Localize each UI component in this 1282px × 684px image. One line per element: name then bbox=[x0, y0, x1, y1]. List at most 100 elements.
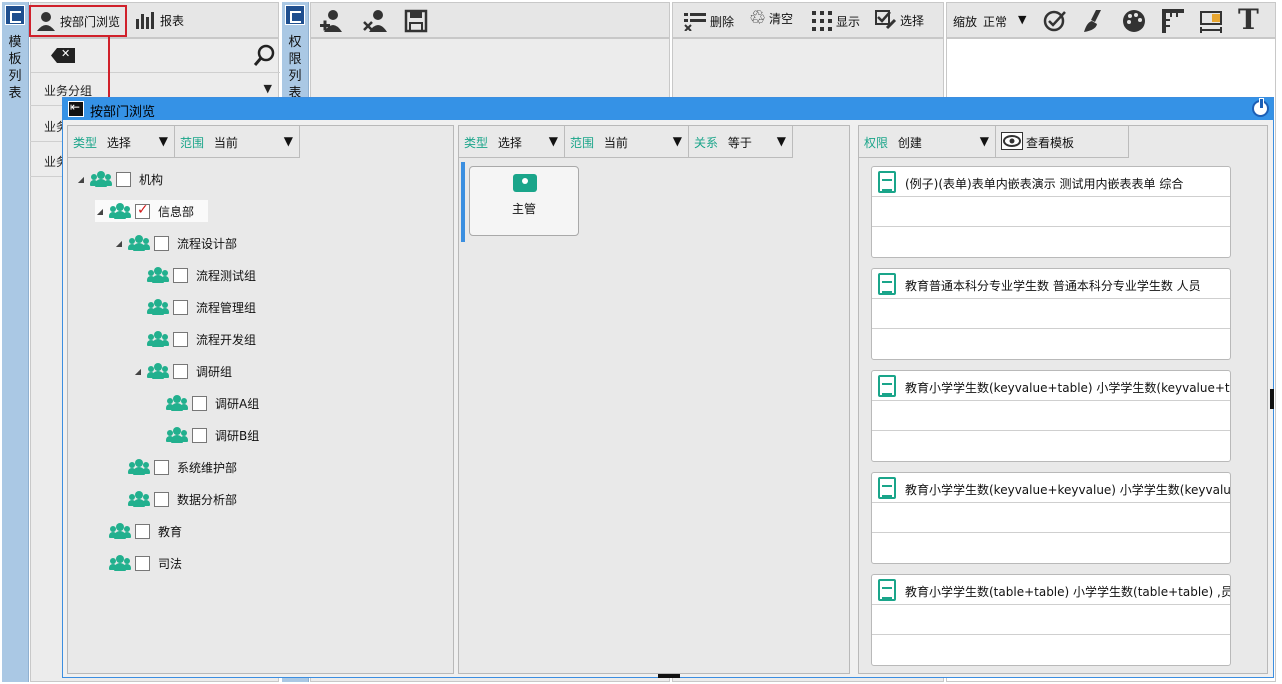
chevron-down-icon: ▼ bbox=[1018, 13, 1027, 26]
document-icon bbox=[878, 171, 896, 193]
role-type-filter[interactable]: 类型 选择 ▼ bbox=[459, 126, 565, 158]
dept-browse-button[interactable]: 按部门浏览 bbox=[29, 5, 127, 37]
tree-node[interactable]: 司法 bbox=[95, 552, 182, 574]
tree-node[interactable]: 数据分析部 bbox=[114, 488, 237, 510]
validate-icon[interactable] bbox=[1043, 9, 1067, 33]
role-filter-bar: 类型 选择 ▼ 范围 当前 ▼ 关系 等于 ▼ bbox=[459, 126, 793, 158]
tree-node[interactable]: ◢ 调研组 bbox=[133, 360, 232, 382]
tree-node[interactable]: 流程管理组 bbox=[133, 296, 256, 318]
bar-chart-icon bbox=[136, 12, 154, 29]
select-button[interactable]: 选择 bbox=[875, 10, 924, 30]
people-group-icon bbox=[128, 459, 150, 475]
clear-button[interactable]: ✕ bbox=[51, 48, 75, 63]
template-card[interactable]: 教育小学学生数(keyvalue+keyvalue) 小学学生数(keyvalu… bbox=[871, 472, 1231, 564]
tree-node-checkbox[interactable] bbox=[173, 363, 188, 379]
image-resize-icon[interactable] bbox=[1199, 8, 1225, 34]
tree-node[interactable]: 调研B组 bbox=[152, 424, 259, 446]
tree-node-label: 调研组 bbox=[196, 364, 233, 379]
permission-filter[interactable]: 权限 创建 ▼ bbox=[859, 126, 996, 158]
report-label: 报表 bbox=[160, 13, 185, 28]
tree-node[interactable]: 教育 bbox=[95, 520, 182, 542]
save-icon[interactable] bbox=[404, 9, 428, 33]
view-template-button[interactable]: 查看模板 bbox=[996, 126, 1129, 158]
tree-node-label: 教育 bbox=[158, 524, 183, 539]
tree-node[interactable]: ◢ 机构 bbox=[76, 168, 163, 190]
delete-button[interactable]: 删除 bbox=[683, 11, 734, 31]
recycle-icon: ♲ bbox=[749, 7, 767, 29]
collapse-icon[interactable] bbox=[285, 5, 305, 25]
report-button[interactable]: 报表 bbox=[135, 11, 184, 29]
template-card[interactable]: 教育小学学生数(keyvalue+table) 小学学生数(keyvalue+t… bbox=[871, 370, 1231, 462]
scope-filter-value: 当前 bbox=[213, 136, 238, 150]
tree-node[interactable]: ◢ 信息部 bbox=[95, 200, 209, 222]
document-icon bbox=[878, 375, 896, 397]
tree-node[interactable]: 系统维护部 bbox=[114, 456, 237, 478]
expand-triangle-icon[interactable]: ◢ bbox=[133, 367, 143, 376]
template-card-header: 教育小学学生数(table+table) 小学学生数(table+table) … bbox=[872, 575, 1230, 605]
template-card[interactable]: 教育小学学生数(table+table) 小学学生数(table+table) … bbox=[871, 574, 1231, 666]
document-icon bbox=[878, 273, 896, 295]
expand-triangle-icon[interactable]: ◢ bbox=[95, 207, 105, 216]
palette-icon[interactable] bbox=[1122, 9, 1146, 33]
member-toolbar bbox=[310, 2, 670, 38]
collapse-icon[interactable] bbox=[5, 5, 25, 25]
ruler-icon[interactable] bbox=[1161, 8, 1185, 34]
back-icon[interactable] bbox=[68, 100, 84, 117]
tree-node-checkbox[interactable] bbox=[173, 299, 188, 315]
add-user-icon[interactable] bbox=[319, 8, 345, 34]
tree-node-checkbox[interactable] bbox=[135, 555, 150, 571]
type-filter[interactable]: 类型 选择 ▼ bbox=[68, 126, 175, 158]
tree-node-checkbox[interactable] bbox=[135, 523, 150, 539]
chevron-down-icon: ▼ bbox=[672, 134, 682, 148]
type-filter-key: 类型 bbox=[73, 136, 98, 150]
tree-node-checkbox[interactable] bbox=[173, 267, 188, 283]
resize-handle[interactable] bbox=[658, 674, 680, 678]
power-icon[interactable] bbox=[1252, 98, 1269, 117]
template-list-vertical-label: 模 板 列 表 bbox=[8, 35, 22, 101]
tree-node-checkbox[interactable] bbox=[116, 171, 131, 187]
people-group-icon bbox=[90, 171, 112, 187]
role-scope-filter[interactable]: 范围 当前 ▼ bbox=[565, 126, 689, 158]
tree-node[interactable]: 流程开发组 bbox=[133, 328, 256, 350]
template-card[interactable]: (例子)(表单)表单内嵌表演示 测试用内嵌表表单 综合 bbox=[871, 166, 1231, 258]
template-card-header: 教育普通本科分专业学生数 普通本科分专业学生数 人员 bbox=[872, 269, 1230, 299]
role-card[interactable]: 主管 bbox=[469, 166, 579, 236]
tree-node[interactable]: 流程测试组 bbox=[133, 264, 256, 286]
chevron-down-icon: ▼ bbox=[158, 134, 168, 148]
document-icon bbox=[878, 477, 896, 499]
zoom-select[interactable]: 正常 ▼ bbox=[983, 13, 1031, 30]
clear-all-button[interactable]: ♲ 清空 bbox=[749, 9, 793, 28]
expand-triangle-icon[interactable]: ◢ bbox=[114, 239, 124, 248]
search-icon[interactable] bbox=[253, 43, 277, 67]
text-tool-icon[interactable]: T bbox=[1238, 4, 1259, 36]
brush-icon[interactable] bbox=[1081, 8, 1107, 34]
tree-node-checkbox[interactable] bbox=[154, 235, 169, 251]
tree-node-checkbox[interactable] bbox=[154, 491, 169, 507]
tree-node-checkbox[interactable] bbox=[192, 395, 207, 411]
org-tree-panel: 类型 选择 ▼ 范围 当前 ▼ ◢ 机构 ◢ 信息部 ◢ 流程设计部流程测试组流程管理组流… bbox=[67, 125, 454, 674]
tree-node-checkbox[interactable] bbox=[192, 427, 207, 443]
tree-node[interactable]: ◢ 流程设计部 bbox=[114, 232, 237, 254]
tree-node-checkbox[interactable] bbox=[135, 202, 150, 219]
scope-filter[interactable]: 范围 当前 ▼ bbox=[175, 126, 300, 158]
permission-filter-key: 权限 bbox=[864, 136, 889, 150]
remove-user-icon[interactable] bbox=[363, 8, 389, 34]
clear-all-label: 清空 bbox=[769, 12, 794, 26]
tree-node[interactable]: 调研A组 bbox=[152, 392, 259, 414]
resize-handle[interactable] bbox=[1270, 389, 1274, 409]
relation-filter[interactable]: 关系 等于 ▼ bbox=[689, 126, 793, 158]
tree-node-checkbox[interactable] bbox=[173, 331, 188, 347]
selection-accent bbox=[461, 162, 465, 242]
dept-browse-dialog: 按部门浏览 类型 选择 ▼ 范围 当前 ▼ ◢ 机构 ◢ 信息部 ◢ 流程设计部流程测试组… bbox=[62, 97, 1274, 678]
expand-triangle-icon[interactable]: ◢ bbox=[76, 175, 86, 184]
template-title: 教育小学学生数(table+table) 小学学生数(table+table) … bbox=[905, 585, 1231, 599]
eye-icon bbox=[1001, 132, 1023, 150]
show-button[interactable]: 显示 bbox=[811, 10, 860, 32]
tree-node-checkbox[interactable] bbox=[154, 459, 169, 475]
tree-node-label: 数据分析部 bbox=[177, 492, 238, 507]
template-card[interactable]: 教育普通本科分专业学生数 普通本科分专业学生数 人员 bbox=[871, 268, 1231, 360]
role-panel: 类型 选择 ▼ 范围 当前 ▼ 关系 等于 ▼ 主管 bbox=[458, 125, 850, 674]
chevron-down-icon: ▼ bbox=[979, 134, 989, 148]
user-icon bbox=[37, 12, 55, 31]
tree-node-label: 流程设计部 bbox=[177, 236, 238, 251]
